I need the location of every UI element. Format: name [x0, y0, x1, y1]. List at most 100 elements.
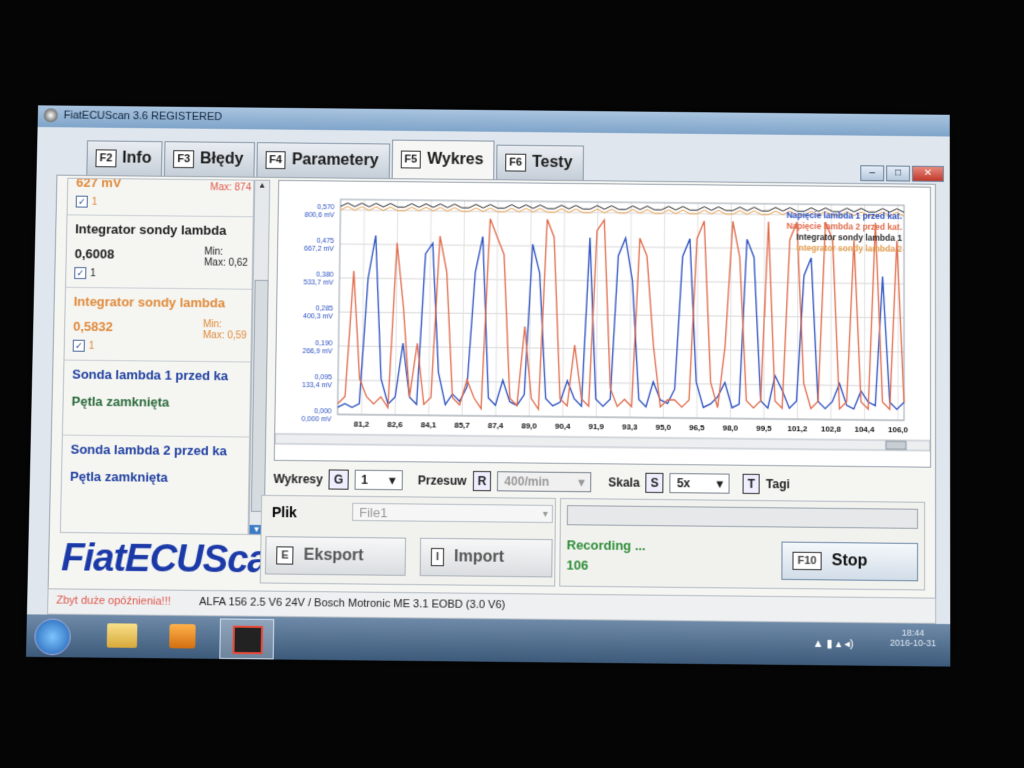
list-item[interactable]: Integrator sondy lambda 0,6008 Min: Max: … [66, 215, 253, 289]
import-key: I [431, 548, 444, 566]
tab-info[interactable]: F2 Info [86, 140, 162, 175]
x-tick-label: 89,0 [521, 421, 537, 430]
y-tick-label: 0,380 [316, 272, 334, 279]
gridline-x [462, 201, 464, 416]
file-select[interactable]: File1 ▾ [352, 503, 553, 523]
gridline-x [563, 202, 565, 417]
start-button[interactable] [34, 618, 71, 655]
media-player-icon[interactable] [169, 624, 196, 649]
parameter-status: Pętla zamknięta [70, 469, 241, 486]
window-controls: – □ ✕ [860, 165, 944, 182]
legend-entry: Integrator sondy lambda 2 [796, 243, 902, 254]
app-window: FiatECUScan 3.6 REGISTERED – □ ✕ F2 Info … [26, 105, 950, 666]
tab-key: F2 [95, 149, 116, 167]
legend-entry: Napięcie lambda 1 przed kat. [787, 210, 903, 221]
y-tick-label: 0,285 [316, 306, 334, 313]
gridline-x [663, 203, 664, 418]
list-item[interactable]: 627 mV Max: 874 ✓ 1 [68, 178, 254, 218]
skala-key[interactable]: S [646, 473, 664, 493]
app-icon [44, 108, 58, 122]
stop-button[interactable]: F10 Stop [781, 542, 918, 582]
y-tick-label: 0,190 [315, 340, 333, 347]
checkbox[interactable]: ✓ [76, 196, 88, 208]
parameter-minmax: Min: Max: 0,59 [203, 319, 249, 341]
checkbox-row: ✓ 1 [73, 340, 243, 354]
gridline-y [339, 346, 904, 352]
checkbox[interactable]: ✓ [73, 340, 85, 352]
taskbar-app-fiatecuscan[interactable] [219, 618, 274, 659]
wykresy-control: Wykresy G 1 ▾ [273, 469, 402, 490]
chevron-down-icon: ▾ [578, 475, 584, 489]
y-tick-label-mv: 266,9 mV [302, 348, 332, 355]
tab-bledy[interactable]: F3 Błędy [164, 141, 255, 177]
wykresy-label: Wykresy [273, 472, 322, 487]
x-tick-label: 85,7 [454, 421, 470, 430]
recording-panel: Recording ... 106 F10 Stop [559, 498, 925, 590]
tab-label: Testy [532, 154, 573, 172]
tray-icons[interactable]: ▲ ▮ ▴ ◂) [813, 637, 854, 651]
recording-status: Recording ... [567, 537, 646, 553]
legend-entry: Integrator sondy lambda 1 [796, 232, 902, 243]
minimize-button[interactable]: – [860, 165, 884, 181]
parameter-max: Max: 874 [210, 182, 251, 193]
clock-time: 18:44 [890, 627, 936, 638]
wykresy-select[interactable]: 1 ▾ [354, 470, 402, 491]
tab-label: Błędy [200, 150, 244, 168]
parameter-name: Integrator sondy lambda [75, 221, 245, 238]
chevron-down-icon: ▾ [543, 506, 548, 524]
scroll-thumb[interactable] [251, 280, 269, 512]
eksport-button[interactable]: E Eksport [265, 536, 406, 576]
skala-label: Skala [608, 475, 640, 489]
tab-testy[interactable]: F6 Testy [496, 145, 583, 180]
scroll-up-icon[interactable]: ▲ [255, 181, 269, 190]
folder-icon[interactable] [107, 623, 138, 648]
x-tick-label: 82,6 [387, 420, 403, 429]
skala-control: Skala S 5x ▾ [608, 472, 730, 493]
gridline-x [630, 202, 632, 417]
checkbox-row: ✓ 1 [74, 267, 244, 281]
clock[interactable]: 18:44 2016-10-31 [890, 627, 936, 648]
recording-count: 106 [566, 557, 588, 572]
taskbar: ▲ ▮ ▴ ◂) 18:44 2016-10-31 [26, 614, 950, 666]
x-tick-label: 96,5 [689, 423, 705, 432]
app-icon [232, 626, 263, 655]
parameter-max: Max: 0,62 [204, 257, 250, 268]
y-tick-label-mv: 800,6 mV [305, 212, 335, 219]
tab-parametery[interactable]: F4 Parametery [256, 142, 390, 178]
przesuw-value: 400/min [504, 474, 549, 489]
tab-wykres[interactable]: F5 Wykres [391, 140, 494, 180]
przesuw-key[interactable]: R [473, 471, 492, 491]
parameter-min: Min: [203, 319, 249, 330]
list-item[interactable]: Sonda lambda 1 przed ka Pętla zamknięta [63, 361, 250, 438]
eksport-key: E [276, 546, 294, 564]
parameter-max: Max: 0,59 [203, 330, 249, 341]
list-item[interactable]: Integrator sondy lambda 0,5832 Min: Max: … [64, 288, 251, 363]
tab-label: Parametery [292, 151, 379, 170]
main-content: 627 mV Max: 874 ✓ 1 Integrator sondy lamb… [48, 175, 937, 600]
clock-date: 2016-10-31 [890, 638, 936, 649]
stop-key: F10 [792, 552, 821, 570]
checkbox[interactable]: ✓ [74, 267, 86, 279]
przesuw-select[interactable]: 400/min ▾ [497, 471, 591, 492]
x-tick-label: 87,4 [488, 421, 504, 430]
parameter-minmax: Min: Max: 0,62 [204, 247, 250, 269]
y-tick-label: 0,095 [315, 374, 333, 381]
list-item[interactable]: Sonda lambda 2 przed ka Pętla zamknięta [61, 436, 249, 520]
import-button[interactable]: I Import [420, 538, 553, 578]
close-button[interactable]: ✕ [912, 166, 944, 182]
tagi-control: T Tagi [743, 474, 790, 495]
title-bar: FiatECUScan 3.6 REGISTERED [38, 105, 950, 136]
x-tick-label: 81,2 [354, 420, 370, 429]
file-panel: Plik File1 ▾ E Eksport I Import [260, 495, 556, 587]
wykresy-key[interactable]: G [329, 469, 349, 489]
skala-select[interactable]: 5x ▾ [670, 473, 730, 494]
tagi-key[interactable]: T [743, 474, 760, 494]
chart-scrollbar [275, 434, 930, 451]
status-warning: Zbyt duże opóźnienia!!! [56, 594, 171, 607]
tab-bar: F2 Info F3 Błędy F4 Parametery F5 Wykres F6 T… [86, 135, 583, 180]
maximize-button[interactable]: □ [886, 165, 910, 181]
checkbox-label: 1 [92, 196, 98, 207]
przesuw-label: Przesuw [418, 473, 467, 488]
y-tick-label: 0,475 [317, 238, 335, 245]
wykresy-value: 1 [361, 473, 368, 487]
